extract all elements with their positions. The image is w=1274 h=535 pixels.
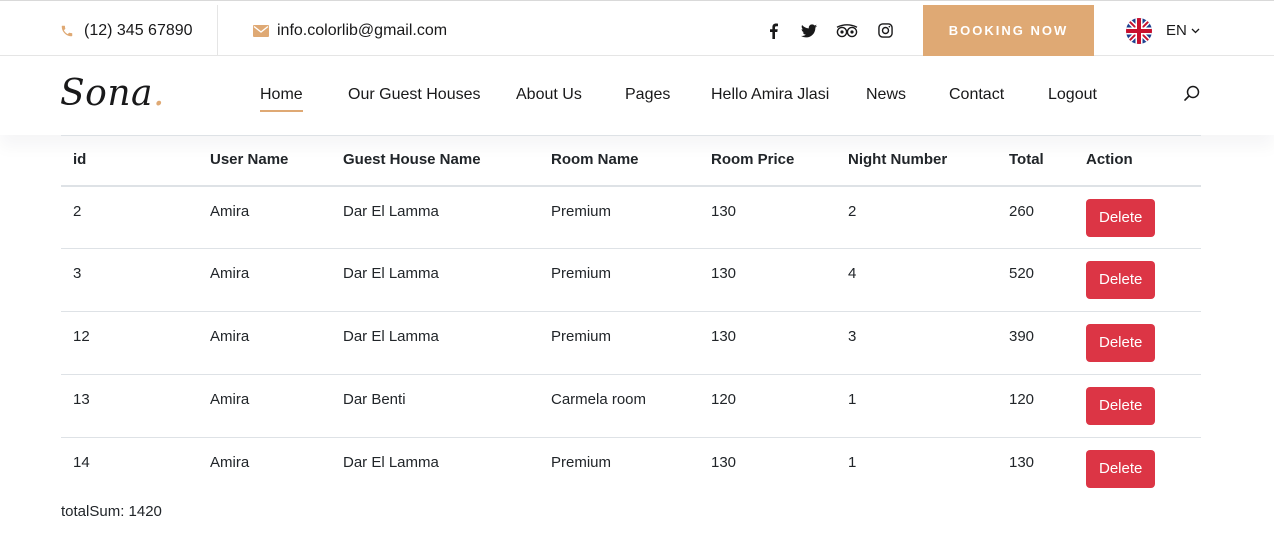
topbar-divider — [217, 5, 218, 56]
nav-item-contact[interactable]: Contact — [949, 86, 1004, 104]
cell-id: 14 — [73, 454, 90, 471]
twitter-icon[interactable] — [800, 22, 818, 40]
table-header-row: id User Name Guest House Name Room Name … — [61, 135, 1201, 186]
delete-button[interactable]: Delete — [1086, 198, 1156, 237]
column-header-room-price: Room Price — [711, 151, 795, 168]
delete-button[interactable]: Delete — [1086, 387, 1156, 425]
cell-id: 2 — [73, 202, 82, 220]
cell-user-name: Amira — [210, 202, 250, 220]
delete-button[interactable]: Delete — [1086, 450, 1156, 488]
site-logo[interactable]: Sona. — [60, 73, 165, 114]
cell-action: Delete — [1086, 186, 1201, 249]
column-header-guest-house-name: Guest House Name — [343, 151, 481, 168]
cell-id: 13 — [73, 391, 90, 408]
cell-action: Delete — [1086, 375, 1201, 438]
cell-room-price: 130 — [711, 202, 737, 220]
cell-night-number: 1 — [848, 391, 857, 408]
column-header-room-name: Room Name — [551, 151, 639, 168]
cell-user-name: Amira — [210, 454, 250, 471]
cell-night-number: 3 — [848, 328, 857, 345]
cell-room-price: 120 — [711, 391, 737, 408]
uk-flag-icon — [1126, 17, 1152, 44]
booking-now-button[interactable]: BOOKING NOW — [923, 5, 1094, 56]
cell-user-name: Amira — [210, 328, 250, 345]
cell-total: 390 — [1009, 328, 1035, 345]
cell-action: Delete — [1086, 312, 1201, 375]
cell-total: 130 — [1009, 454, 1035, 471]
column-header-id: id — [73, 151, 87, 168]
cell-guest-house-name: Dar Benti — [343, 391, 406, 408]
instagram-icon[interactable] — [876, 22, 894, 40]
delete-button[interactable]: Delete — [1086, 261, 1156, 299]
chevron-down-icon — [1191, 28, 1200, 34]
cell-guest-house-name: Dar El Lamma — [343, 265, 439, 282]
facebook-icon[interactable] — [764, 22, 782, 40]
envelope-icon — [253, 24, 273, 37]
table-row: 2 Amira Dar El Lamma Premium 130 2 260 D… — [61, 185, 1201, 249]
cell-night-number: 2 — [848, 202, 857, 220]
cell-user-name: Amira — [210, 265, 250, 282]
nav-item-logout[interactable]: Logout — [1048, 86, 1097, 104]
logo-dot: . — [152, 73, 165, 114]
bookings-table: id User Name Guest House Name Room Name … — [61, 135, 1201, 501]
language-selector[interactable]: EN — [1126, 5, 1200, 56]
cell-room-name: Premium — [551, 202, 612, 220]
cell-total: 120 — [1009, 391, 1035, 408]
table-row: 14 Amira Dar El Lamma Premium 130 1 130 … — [61, 437, 1201, 501]
column-header-night-number: Night Number — [848, 151, 948, 168]
nav-item-news[interactable]: News — [866, 86, 906, 104]
social-links — [764, 5, 912, 56]
cell-night-number: 1 — [848, 454, 857, 471]
cell-total: 520 — [1009, 265, 1035, 282]
email-address: info.colorlib@gmail.com — [277, 21, 448, 39]
table-row: 3 Amira Dar El Lamma Premium 130 4 520 D… — [61, 248, 1201, 312]
column-header-user-name: User Name — [210, 151, 289, 168]
total-sum: totalSum: 1420 — [61, 503, 162, 520]
phone-number: (12) 345 67890 — [84, 21, 193, 39]
cell-action: Delete — [1086, 249, 1201, 312]
table-row: 12 Amira Dar El Lamma Premium 130 3 390 … — [61, 311, 1201, 375]
cell-room-price: 130 — [711, 265, 737, 282]
top-bar: (12) 345 67890 info.colorlib@gmail.com B… — [0, 5, 1274, 56]
nav-item-pages[interactable]: Pages — [625, 86, 670, 104]
delete-button[interactable]: Delete — [1086, 324, 1156, 362]
main-navigation: Sona. Home Our Guest Houses About Us Pag… — [0, 57, 1274, 135]
cell-room-name: Carmela room — [551, 391, 647, 408]
cell-total: 260 — [1009, 202, 1035, 220]
column-header-action: Action — [1086, 151, 1133, 168]
cell-user-name: Amira — [210, 391, 250, 408]
phone-icon — [60, 24, 80, 38]
email-contact[interactable]: info.colorlib@gmail.com — [253, 5, 447, 56]
cell-room-price: 130 — [711, 454, 737, 471]
cell-room-name: Premium — [551, 265, 612, 282]
phone-contact[interactable]: (12) 345 67890 — [60, 5, 193, 56]
cell-room-name: Premium — [551, 454, 612, 471]
nav-item-user-greeting[interactable]: Hello Amira Jlasi — [711, 86, 829, 104]
column-header-total: Total — [1009, 151, 1044, 168]
nav-item-our-guest-houses[interactable]: Our Guest Houses — [348, 86, 481, 104]
cell-guest-house-name: Dar El Lamma — [343, 202, 439, 220]
language-label: EN — [1166, 22, 1187, 39]
cell-action: Delete — [1086, 438, 1201, 501]
cell-night-number: 4 — [848, 265, 857, 282]
cell-guest-house-name: Dar El Lamma — [343, 454, 439, 471]
cell-guest-house-name: Dar El Lamma — [343, 328, 439, 345]
tripadvisor-icon[interactable] — [836, 22, 858, 40]
cell-room-price: 130 — [711, 328, 737, 345]
logo-text: Sona — [60, 73, 153, 114]
cell-id: 3 — [73, 265, 82, 282]
nav-item-home[interactable]: Home — [260, 86, 303, 112]
table-row: 13 Amira Dar Benti Carmela room 120 1 12… — [61, 374, 1201, 438]
nav-item-about-us[interactable]: About Us — [516, 86, 582, 104]
cell-id: 12 — [73, 328, 90, 345]
cell-room-name: Premium — [551, 328, 612, 345]
search-icon[interactable] — [1182, 84, 1202, 104]
